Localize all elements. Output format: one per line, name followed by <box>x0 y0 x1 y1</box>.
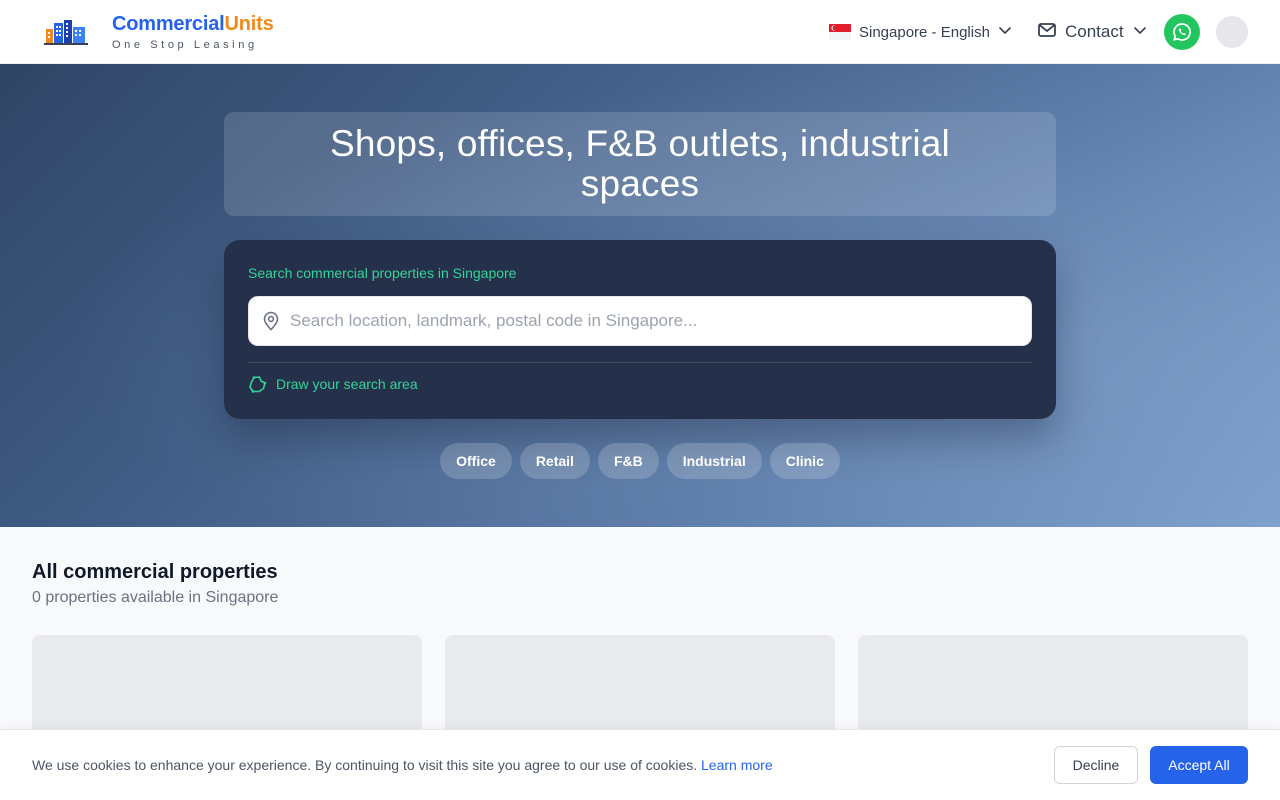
headline-box: Shops, offices, F&B outlets, industrial … <box>224 112 1056 216</box>
search-input[interactable] <box>290 311 990 331</box>
learn-more-link[interactable]: Learn more <box>701 757 773 773</box>
draw-area-icon <box>248 375 267 394</box>
search-box[interactable] <box>248 296 1032 346</box>
language-label: Singapore - English <box>859 23 990 41</box>
singapore-flag-icon <box>829 24 851 40</box>
brand-name: CommercialUnits <box>112 11 274 37</box>
chip-fnb[interactable]: F&B <box>597 443 659 479</box>
hero-section: Shops, offices, F&B outlets, industrial … <box>0 64 1280 527</box>
mail-icon <box>1038 22 1056 42</box>
page-title: Shops, offices, F&B outlets, industrial … <box>330 123 950 204</box>
search-label: Search commercial properties in Singapor… <box>248 265 517 281</box>
contact-label: Contact <box>1065 22 1124 41</box>
site-header: CommercialUnits One Stop Leasing Singapo… <box>0 0 1280 64</box>
brand[interactable]: CommercialUnits One Stop Leasing <box>112 11 274 52</box>
category-chips: Office Retail F&B Industrial Clinic <box>0 443 1280 479</box>
cookie-message: We use cookies to enhance your experienc… <box>32 757 773 773</box>
cookie-banner: We use cookies to enhance your experienc… <box>0 729 1280 800</box>
whatsapp-button[interactable] <box>1164 14 1200 50</box>
language-selector[interactable]: Singapore - English <box>829 20 1012 44</box>
draw-search-area-button[interactable]: Draw your search area <box>248 374 418 394</box>
chip-office[interactable]: Office <box>440 443 512 479</box>
accept-all-button[interactable]: Accept All <box>1150 746 1248 784</box>
whatsapp-icon <box>1172 22 1192 42</box>
chevron-down-icon <box>998 23 1012 41</box>
chevron-down-icon <box>1133 22 1147 42</box>
cookie-message-text: We use cookies to enhance your experienc… <box>32 757 698 773</box>
brand-name-part1: Commercial <box>112 13 225 35</box>
contact-menu[interactable]: Contact <box>1038 20 1147 44</box>
chip-retail[interactable]: Retail <box>519 443 590 479</box>
buildings-logo-icon[interactable] <box>32 8 100 56</box>
listings-count: 0 properties available in Singapore <box>32 589 279 606</box>
chip-clinic[interactable]: Clinic <box>769 443 840 479</box>
brand-tagline: One Stop Leasing <box>112 39 258 51</box>
search-card: Search commercial properties in Singapor… <box>224 240 1056 419</box>
location-pin-icon <box>262 311 280 331</box>
chip-industrial[interactable]: Industrial <box>666 443 762 479</box>
divider <box>248 362 1032 363</box>
listings-title: All commercial properties <box>32 561 278 583</box>
decline-button[interactable]: Decline <box>1054 746 1138 784</box>
draw-search-area-label: Draw your search area <box>276 376 418 392</box>
brand-name-part2: Units <box>224 13 274 35</box>
avatar[interactable] <box>1216 16 1248 48</box>
